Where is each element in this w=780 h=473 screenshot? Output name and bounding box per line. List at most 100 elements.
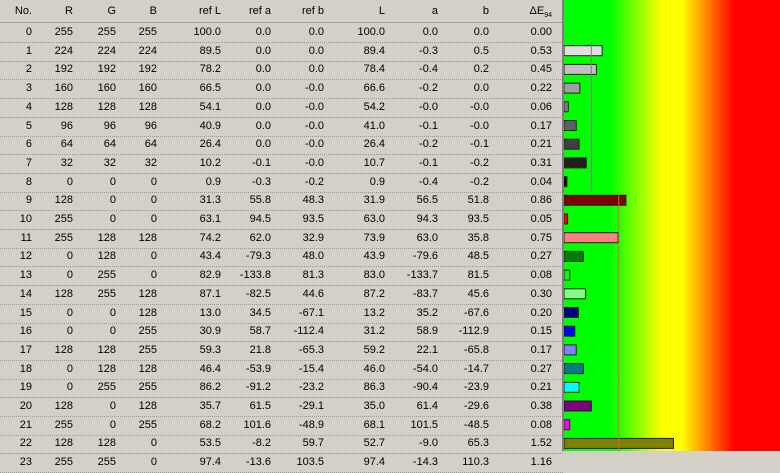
cell-ref-a: 55.8	[249, 194, 271, 207]
cell-a: -90.4	[412, 381, 438, 394]
cell-g: 128	[97, 231, 116, 244]
cell-b-measured: 35.8	[467, 231, 489, 244]
cell-no: 13	[19, 269, 32, 282]
cell-l: 31.9	[363, 194, 385, 207]
cell-no: 0	[25, 26, 32, 38]
cell-b-measured: -0.0	[470, 100, 489, 113]
cell-ref-l: 63.1	[199, 213, 221, 225]
cell-delta-e: 0.21	[530, 381, 552, 394]
cell-b-measured: 0.2	[473, 63, 489, 76]
col-header-a: a	[431, 5, 438, 17]
delta-e-chart	[564, 0, 780, 451]
cell-no: 1	[25, 44, 32, 57]
cell-b-measured: -48.5	[463, 418, 489, 431]
cell-l: 13.2	[363, 306, 385, 319]
cell-b: 0	[150, 175, 157, 188]
cell-a: -0.1	[419, 119, 438, 132]
cell-ref-a: 0.0	[255, 63, 271, 76]
cell-b-measured: -65.8	[463, 343, 489, 356]
cell-r: 128	[54, 194, 73, 207]
cell-delta-e: 0.38	[530, 400, 552, 412]
cell-r: 128	[54, 343, 73, 356]
cell-b: 160	[138, 82, 157, 95]
cell-b-measured: 51.8	[467, 194, 489, 207]
cell-b: 128	[138, 306, 157, 319]
cell-l: 52.7	[363, 437, 385, 450]
delta-e-bar-11	[564, 232, 619, 244]
cell-a: 63.0	[416, 231, 438, 244]
table-row: 0 255 255 255 100.0 0.0 0.0 100.0 0.0 0.0 0.00	[0, 23, 563, 43]
cell-ref-b: -0.0	[305, 82, 324, 95]
cell-l: 31.2	[363, 325, 385, 338]
delta-e-bar-7	[564, 157, 587, 169]
cell-ref-l: 35.7	[199, 400, 221, 412]
table-row: 22 128 128 0 53.5 -8.2 59.7 52.7 -9.0 65.3 1.52	[0, 434, 563, 455]
cell-ref-a: 0.0	[255, 138, 271, 151]
cell-ref-l: 53.5	[199, 437, 221, 450]
cell-delta-e: 1.16	[530, 456, 552, 469]
cell-ref-b: -15.4	[298, 362, 324, 375]
results-table: No. R G B ref L ref a ref b L a b ΔE94 0…	[0, 0, 563, 473]
cell-a: -83.7	[412, 287, 438, 300]
cell-delta-e: 0.27	[530, 250, 552, 263]
table-row: 14 128 255 128 87.1 -82.5 44.6 87.2 -83.7 45.6 0.3…	[0, 285, 563, 305]
cell-ref-a: 62.0	[249, 231, 271, 244]
cell-ref-l: 66.5	[199, 82, 221, 95]
cell-no: 16	[19, 325, 32, 338]
delta-e-bar-14	[564, 288, 587, 300]
cell-ref-a: -0.1	[252, 156, 271, 169]
cell-r: 0	[66, 269, 73, 282]
cell-b-measured: 81.5	[467, 269, 489, 282]
col-header-r: R	[65, 5, 73, 17]
cell-l: 43.9	[363, 250, 385, 263]
cell-b: 192	[138, 63, 157, 76]
cell-r: 192	[54, 63, 73, 76]
cell-ref-b: -112.4	[293, 325, 324, 338]
cell-delta-e: 0.31	[530, 156, 552, 169]
delta-e-bar-15	[564, 307, 579, 318]
table-row: 8 0 0 0 0.9 -0.3 -0.2 0.9 -0.4 -0.2 0.04	[0, 173, 563, 193]
cell-ref-b: -65.3	[298, 343, 324, 356]
cell-ref-a: 0.0	[255, 44, 271, 57]
cell-l: 66.6	[363, 82, 385, 95]
table-row: 23 255 255 0 97.4 -13.6 103.5 97.4 -14.3 110.3 1.1…	[0, 453, 563, 473]
cell-r: 255	[54, 26, 73, 38]
table-row: 9 128 0 0 31.3 55.8 48.3 31.9 56.5 51.8 0.86	[0, 191, 563, 212]
cell-delta-e: 0.15	[530, 325, 552, 338]
delta-e-bar-19	[564, 381, 580, 393]
cell-l: 59.2	[363, 343, 385, 356]
cell-ref-a: -79.3	[245, 250, 271, 263]
cell-a: -0.2	[419, 82, 438, 95]
delta-e-bar-13	[564, 269, 571, 281]
cell-ref-a: 61.5	[249, 400, 271, 412]
cell-a: -14.3	[412, 456, 438, 469]
cell-g: 0	[109, 400, 116, 412]
cell-delta-e: 0.86	[530, 194, 552, 207]
cell-no: 11	[20, 231, 32, 244]
cell-ref-b: 32.9	[302, 231, 324, 244]
cell-g: 0	[109, 213, 116, 225]
table-row: 1 224 224 224 89.5 0.0 0.0 89.4 -0.3 0.5 0.53	[0, 42, 563, 62]
cell-b-measured: -0.2	[470, 175, 489, 188]
cell-no: 17	[19, 343, 32, 356]
cell-b: 255	[138, 26, 157, 38]
cell-ref-b: -67.1	[298, 306, 324, 319]
table-row: 18 0 128 128 46.4 -53.9 -15.4 46.0 -54.0 -14.7 0.2…	[0, 360, 563, 380]
table-row: 13 0 255 0 82.9 -133.8 81.3 83.0 -133.7 81.5 0.08	[0, 266, 563, 287]
cell-r: 255	[54, 231, 73, 244]
cell-b-measured: -0.2	[470, 156, 489, 169]
cell-delta-e: 0.30	[530, 287, 552, 300]
cell-no: 5	[25, 119, 32, 132]
table-row: 6 64 64 64 26.4 0.0 -0.0 26.4 -0.2 -0.1 0.21	[0, 135, 563, 156]
cell-b-measured: 0.0	[473, 82, 489, 95]
cell-b: 0	[150, 194, 157, 207]
cell-b: 0	[150, 213, 157, 225]
cell-a: -0.2	[419, 138, 438, 151]
table-row: 2 192 192 192 78.2 0.0 0.0 78.4 -0.4 0.2 0.45	[0, 60, 563, 81]
cell-r: 0	[66, 250, 73, 263]
cell-g: 0	[109, 325, 116, 338]
cell-a: -0.4	[419, 175, 438, 188]
cell-b: 64	[144, 138, 157, 151]
cell-l: 46.0	[363, 362, 385, 375]
delta-e-bar-12	[564, 250, 584, 262]
